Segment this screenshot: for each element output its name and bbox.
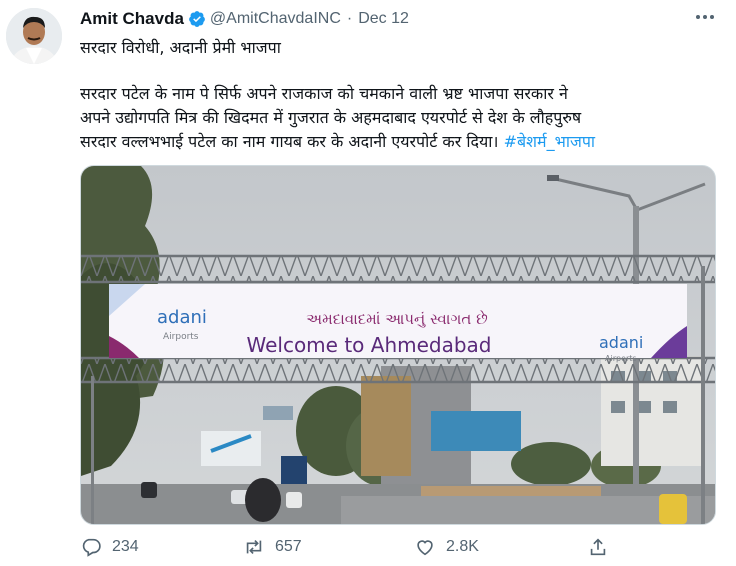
banner-gujarati: અમદાવાદમાં આપનું સ્વાગત છે	[306, 310, 487, 328]
share-button[interactable]	[587, 536, 619, 558]
action-bar: 234 657 2.8K	[80, 536, 640, 562]
welcome-banner: adani Airports અમદાવાદમાં આપનું સ્વાગત છ…	[109, 284, 687, 363]
like-count: 2.8K	[446, 538, 479, 555]
tweet-headline: सरदार विरोधी, अदानी प्रेमी भाजपा	[80, 38, 281, 57]
tweet-body-line: अपने उद्योगपति मित्र की खिदमत में गुजरात…	[80, 108, 582, 127]
reply-icon	[82, 538, 101, 557]
reply-button[interactable]: 234	[80, 536, 139, 558]
tweet-header: Amit Chavda @AmitChavdaINC · Dec 12	[80, 8, 409, 30]
like-icon	[417, 540, 433, 556]
banner-sub-left: Airports	[163, 332, 199, 342]
more-icon[interactable]	[694, 10, 716, 24]
verified-icon	[189, 11, 205, 27]
tweet-body-text: सरदार वल्लभभाई पटेल का नाम गायब कर के अद…	[80, 132, 499, 151]
banner-brand-left: adani	[157, 307, 207, 328]
banner-english: Welcome to Ahmedabad	[246, 333, 491, 357]
hashtag-link[interactable]: #बेशर्म_भाजपा	[504, 132, 596, 151]
retweet-button[interactable]: 657	[243, 536, 302, 558]
tweet-body: सरदार पटेल के नाम पे सिर्फ अपने राजकाज क…	[80, 82, 720, 154]
like-button[interactable]: 2.8K	[414, 536, 479, 558]
banner-sub-right: Airports	[605, 354, 637, 363]
tweet-photo[interactable]: adani Airports અમદાવાદમાં આપનું સ્વાગત છ…	[80, 165, 716, 525]
separator-dot: ·	[346, 10, 353, 27]
reply-count: 234	[112, 538, 139, 555]
retweet-count: 657	[275, 538, 302, 555]
tweet-body-line: सरदार पटेल के नाम पे सिर्फ अपने राजकाज क…	[80, 84, 568, 103]
author-handle[interactable]: @AmitChavdaINC	[210, 10, 341, 28]
author-name[interactable]: Amit Chavda	[80, 9, 184, 29]
tweet-date[interactable]: Dec 12	[358, 10, 409, 28]
retweet-icon	[246, 539, 262, 555]
avatar[interactable]	[6, 8, 62, 64]
banner-brand-right: adani	[599, 333, 643, 352]
share-icon	[590, 538, 606, 556]
tweet-body-line: सरदार वल्लभभाई पटेल का नाम गायब कर के अद…	[80, 130, 720, 154]
